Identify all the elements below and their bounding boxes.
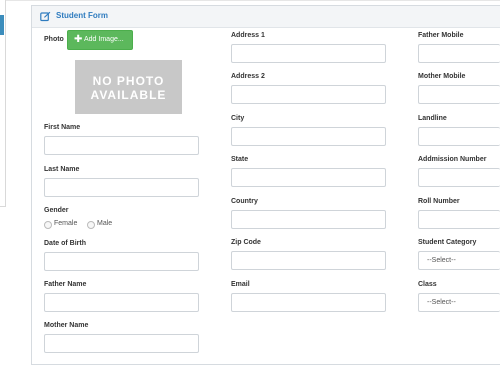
city-field[interactable] <box>231 127 386 146</box>
zip-code-label: Zip Code <box>231 239 261 246</box>
father-name-field[interactable] <box>44 293 199 312</box>
sidebar-active-indicator[interactable] <box>0 15 4 35</box>
state-label: State <box>231 156 249 163</box>
last-name-field[interactable] <box>44 178 199 197</box>
first-name-label: First Name <box>44 124 81 131</box>
address2-label: Address 2 <box>231 73 265 80</box>
email-label: Email <box>231 281 250 288</box>
roll-number-label: Roll Number <box>418 198 460 205</box>
address1-label: Address 1 <box>231 32 265 39</box>
father-mobile-field[interactable] <box>418 44 500 63</box>
email-field[interactable] <box>231 293 386 312</box>
admission-number-label: Addmission Number <box>418 156 487 163</box>
panel-title: Student Form <box>56 11 108 20</box>
photo-label: Photo <box>44 36 64 43</box>
gender-female-label: Female <box>54 220 78 227</box>
date-of-birth-field[interactable] <box>44 252 199 271</box>
no-photo-line2: AVAILABLE <box>90 88 167 102</box>
mother-mobile-label: Mother Mobile <box>418 73 466 80</box>
panel-header: Student Form <box>32 6 500 28</box>
mother-name-label: Mother Name <box>44 322 89 329</box>
gender-label: Gender <box>44 207 69 214</box>
state-field[interactable] <box>231 168 386 187</box>
father-mobile-label: Father Mobile <box>418 32 464 39</box>
gender-female-radio[interactable] <box>44 221 52 229</box>
sidebar-edge <box>0 0 6 207</box>
class-label: Class <box>418 281 437 288</box>
no-photo-placeholder: NO PHOTO AVAILABLE <box>75 60 182 114</box>
zip-code-field[interactable] <box>231 251 386 270</box>
country-field[interactable] <box>231 210 386 229</box>
country-label: Country <box>231 198 258 205</box>
admission-number-field[interactable] <box>418 168 500 187</box>
landline-field[interactable] <box>418 127 500 146</box>
mother-name-field[interactable] <box>44 334 199 353</box>
address2-field[interactable] <box>231 85 386 104</box>
city-label: City <box>231 115 245 122</box>
father-name-label: Father Name <box>44 281 87 288</box>
gender-male-label: Male <box>97 220 113 227</box>
student-category-label: Student Category <box>418 239 477 246</box>
class-select[interactable]: --Select-- <box>418 293 500 312</box>
roll-number-field[interactable] <box>418 210 500 229</box>
last-name-label: Last Name <box>44 166 80 173</box>
mother-mobile-field[interactable] <box>418 85 500 104</box>
address1-field[interactable] <box>231 44 386 63</box>
gender-male-radio[interactable] <box>87 221 95 229</box>
student-category-select[interactable]: --Select-- <box>418 251 500 270</box>
add-image-button-label: Add Image... <box>84 36 124 43</box>
edit-icon <box>40 11 51 22</box>
landline-label: Landline <box>418 115 447 122</box>
plus-icon: ✚ <box>74 34 83 45</box>
top-divider <box>0 0 500 1</box>
add-image-button[interactable]: ✚ Add Image... <box>67 30 133 50</box>
no-photo-line1: NO PHOTO <box>92 74 165 88</box>
date-of-birth-label: Date of Birth <box>44 240 86 247</box>
first-name-field[interactable] <box>44 136 199 155</box>
